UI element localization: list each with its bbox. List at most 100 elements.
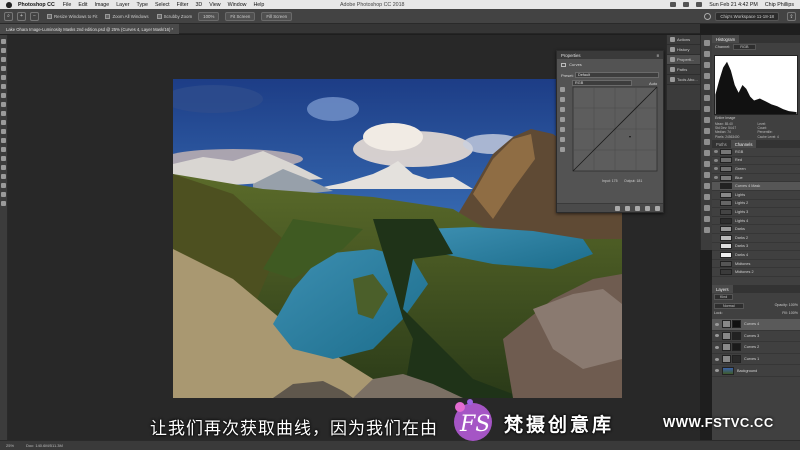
on-image-adjust-icon[interactable] — [560, 87, 565, 92]
tab-layers[interactable]: Layers — [712, 285, 733, 293]
history-panel-button[interactable]: History — [667, 45, 700, 55]
fill-screen-button[interactable]: Fill Screen — [261, 11, 293, 21]
comps-icon[interactable] — [703, 205, 710, 211]
channel-row[interactable]: Midtones 2 — [712, 268, 800, 277]
battery-icon[interactable] — [696, 2, 703, 7]
document-image[interactable] — [173, 79, 622, 398]
menu-layer[interactable]: Layer — [116, 2, 129, 8]
blend-mode-select[interactable]: Normal — [714, 303, 744, 309]
crop-tool-icon[interactable] — [1, 75, 6, 80]
pencil-curve-icon[interactable] — [560, 137, 565, 142]
channel-row[interactable]: Red — [712, 157, 800, 166]
libraries-icon[interactable] — [703, 128, 710, 134]
menu-image[interactable]: Image — [94, 2, 109, 8]
status-icon[interactable] — [670, 2, 677, 7]
layer-row[interactable]: Curves 1 — [712, 354, 800, 366]
character-icon[interactable] — [703, 95, 710, 101]
tab-channels[interactable]: Channels — [730, 140, 757, 148]
menu-window[interactable]: Window — [228, 2, 247, 8]
type-tool-icon[interactable] — [1, 165, 6, 170]
view-previous-icon[interactable] — [625, 206, 630, 211]
white-point-eyedropper-icon[interactable] — [560, 117, 565, 122]
zoom-all-checkbox[interactable] — [105, 13, 111, 19]
channel-row[interactable]: Darks 3 — [712, 243, 800, 252]
zoom-in-icon[interactable]: + — [17, 11, 26, 21]
edit-points-icon[interactable] — [560, 127, 565, 132]
zoom-out-icon[interactable]: − — [30, 11, 39, 21]
channel-row[interactable]: Green — [712, 165, 800, 174]
pen-tool-icon[interactable] — [1, 156, 6, 161]
preset-select[interactable]: Default — [575, 72, 659, 78]
extension-icon[interactable] — [703, 227, 710, 233]
lasso-tool-icon[interactable] — [1, 57, 6, 62]
channel-row[interactable]: Blue — [712, 174, 800, 183]
menu-select[interactable]: Select — [155, 2, 170, 8]
path-select-icon[interactable] — [1, 174, 6, 179]
channel-row[interactable]: RGB — [712, 148, 800, 157]
menu-edit[interactable]: Edit — [78, 2, 87, 8]
eraser-tool-icon[interactable] — [1, 129, 6, 134]
navigator-icon[interactable] — [703, 139, 710, 145]
marquee-tool-icon[interactable] — [1, 48, 6, 53]
swatches-icon[interactable] — [703, 40, 710, 46]
color-icon[interactable] — [703, 51, 710, 57]
fill-field[interactable]: Fill: 100% — [782, 311, 798, 315]
properties-header[interactable]: Properties ≡ — [557, 51, 663, 59]
menu-filter[interactable]: Filter — [177, 2, 189, 8]
menu-file[interactable]: File — [63, 2, 72, 8]
properties-panel-button[interactable]: Properti... — [667, 55, 700, 65]
actions-panel-button[interactable]: Actions — [667, 35, 700, 45]
channel-row[interactable]: Lights 4 — [712, 217, 800, 226]
channel-row[interactable]: Lights — [712, 191, 800, 200]
move-tool-icon[interactable] — [1, 39, 6, 44]
zoom-readout[interactable]: 25% — [6, 443, 14, 448]
clip-to-layer-icon[interactable] — [615, 206, 620, 211]
brush-settings-icon[interactable] — [703, 73, 710, 79]
menu-help[interactable]: Help — [253, 2, 264, 8]
info-panel-icon[interactable] — [703, 150, 710, 156]
layer-row[interactable]: Curves 2 — [712, 342, 800, 354]
clock[interactable]: Sun Feb 21 4:42 PM — [709, 2, 758, 8]
channel-row[interactable]: Midtones — [712, 260, 800, 269]
measure-icon[interactable] — [703, 194, 710, 200]
layer-row[interactable]: Background — [712, 365, 800, 377]
gray-point-eyedropper-icon[interactable] — [560, 107, 565, 112]
tab-paths[interactable]: Paths — [712, 140, 731, 148]
gradient-tool-icon[interactable] — [1, 138, 6, 143]
healing-tool-icon[interactable] — [1, 93, 6, 98]
layers-kind-select[interactable]: Kind — [714, 294, 734, 300]
trash-icon[interactable] — [655, 206, 660, 211]
menu-type[interactable]: Type — [136, 2, 147, 8]
histogram-source-label[interactable]: Entire Image — [715, 116, 735, 120]
channel-row[interactable]: Curves 4 Mask — [712, 182, 800, 191]
quick-select-tool-icon[interactable] — [1, 66, 6, 71]
paragraph-icon[interactable] — [703, 106, 710, 112]
zoom-tool-icon[interactable]: ⌕ — [4, 11, 13, 21]
resize-windows-checkbox[interactable] — [47, 13, 52, 19]
zoom-tool-side-icon[interactable] — [1, 201, 6, 206]
adjustments-icon[interactable] — [703, 62, 710, 68]
user-name[interactable]: Chip Phillips — [765, 2, 794, 8]
workspace-select[interactable]: Chip's Workspace 11-18-18 — [715, 12, 779, 21]
menu-3d[interactable]: 3D — [195, 2, 202, 8]
apple-icon[interactable] — [6, 1, 12, 8]
zoom-100-button[interactable]: 100% — [198, 11, 220, 21]
channel-row[interactable]: Darks — [712, 225, 800, 234]
hand-tool-icon[interactable] — [1, 192, 6, 197]
stamp-tool-icon[interactable] — [1, 111, 6, 116]
channel-row[interactable]: Lights 3 — [712, 208, 800, 217]
timeline-icon[interactable] — [703, 172, 710, 178]
shape-tool-icon[interactable] — [1, 183, 6, 188]
share-icon[interactable]: ⇪ — [787, 12, 796, 21]
plugin-icon[interactable] — [703, 216, 710, 222]
channel-row[interactable]: Darks 2 — [712, 234, 800, 243]
channel-row[interactable]: Darks 4 — [712, 251, 800, 260]
reset-icon[interactable] — [635, 206, 640, 211]
channel-row[interactable]: Lights 2 — [712, 200, 800, 209]
scrubby-zoom-checkbox[interactable] — [156, 13, 162, 19]
menu-view[interactable]: View — [209, 2, 220, 8]
histogram-channel-select[interactable]: RGB — [733, 44, 756, 50]
glyphs-icon[interactable] — [703, 161, 710, 167]
smooth-curve-icon[interactable] — [560, 147, 565, 152]
paths-panel-button[interactable]: Paths — [667, 65, 700, 75]
